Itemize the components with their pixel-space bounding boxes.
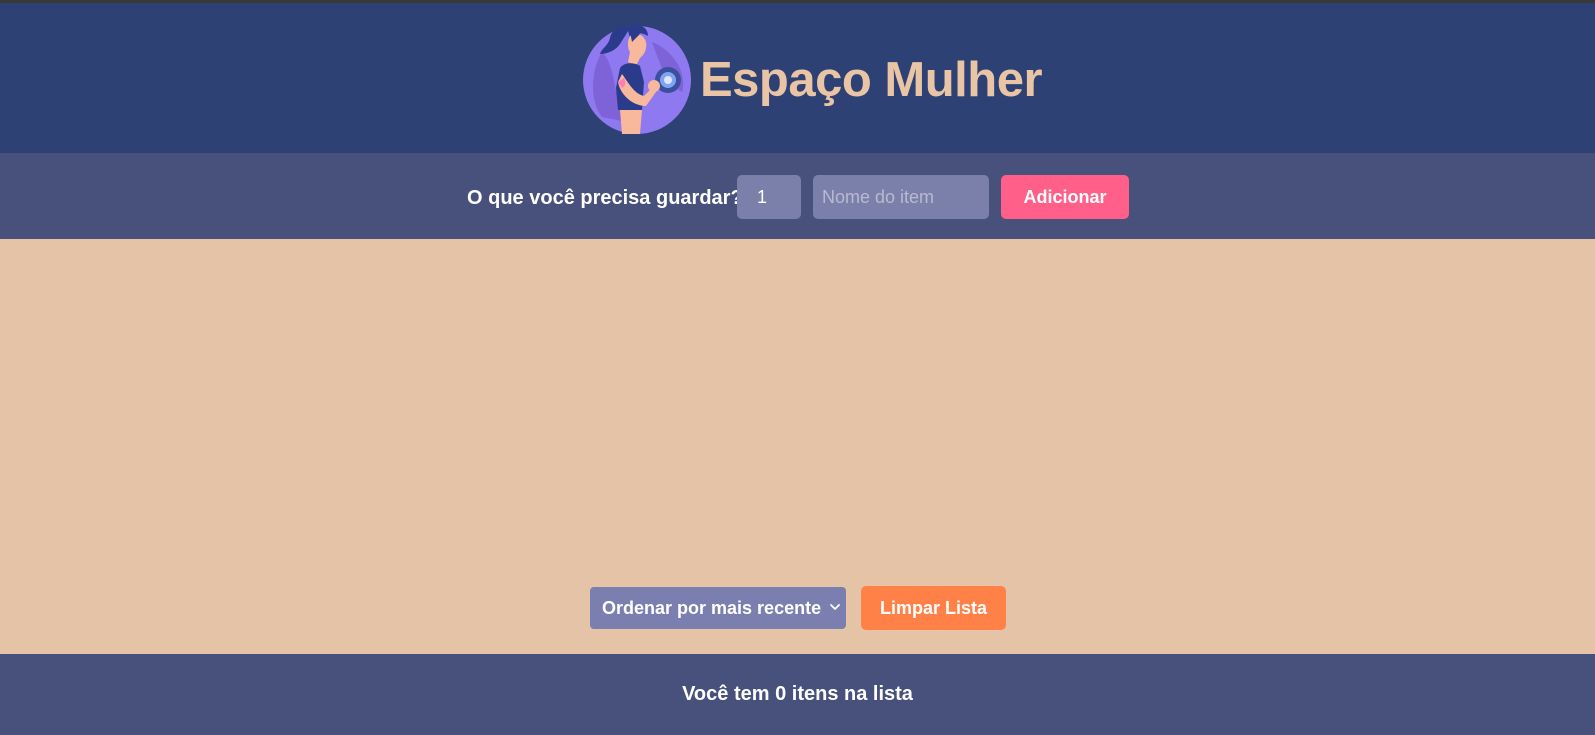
add-button[interactable]: Adicionar: [1001, 175, 1129, 219]
quantity-input[interactable]: [737, 175, 801, 219]
sort-select[interactable]: Ordenar por mais recente: [590, 587, 846, 629]
item-count-text: Você tem 0 itens na lista: [682, 683, 913, 705]
list-summary-footer: Você tem 0 itens na lista: [0, 654, 1595, 735]
sort-select-value: Ordenar por mais recente: [602, 598, 822, 618]
app-title: Espaço Mulher: [700, 53, 1043, 107]
item-name-input[interactable]: [813, 175, 989, 219]
clear-list-button[interactable]: Limpar Lista: [861, 586, 1006, 630]
form-prompt-label: O que você precisa guardar?: [467, 187, 743, 209]
chevron-down-icon: [830, 604, 840, 610]
woman-lifting-dumbbell-icon: [583, 24, 691, 134]
